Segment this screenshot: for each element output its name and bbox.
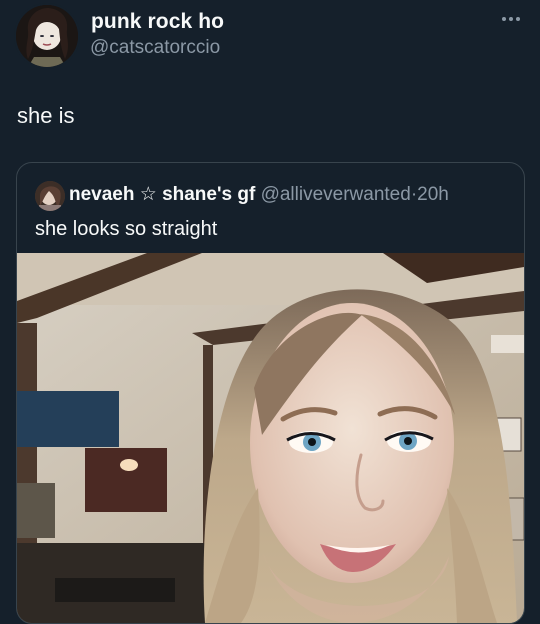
quoted-user-handle[interactable]: @alliveverwanted	[261, 184, 411, 205]
quoted-tweet-text: she looks so straight	[35, 218, 218, 240]
portrait-photo	[17, 253, 524, 623]
quoted-user-avatar[interactable]	[35, 181, 65, 211]
quoted-tweet-photo[interactable]	[17, 253, 524, 623]
display-name[interactable]: punk rock ho	[91, 10, 224, 34]
quoted-display-name[interactable]: nevaeh ☆ shane's gf	[69, 184, 255, 205]
quoted-avatar-image	[35, 181, 65, 211]
quoted-tweet-card[interactable]: nevaeh ☆ shane's gf @alliveverwanted·20h…	[16, 162, 525, 624]
avatar-image	[16, 5, 78, 67]
quoted-tweet-time[interactable]: 20h	[417, 184, 449, 205]
tweet-text: she is	[17, 103, 75, 128]
quoted-tweet-header: nevaeh ☆ shane's gf @alliveverwanted·20h	[69, 183, 449, 207]
user-handle[interactable]: @catscatorccio	[90, 37, 220, 59]
more-options-icon[interactable]	[498, 6, 524, 32]
user-avatar[interactable]	[16, 5, 78, 67]
